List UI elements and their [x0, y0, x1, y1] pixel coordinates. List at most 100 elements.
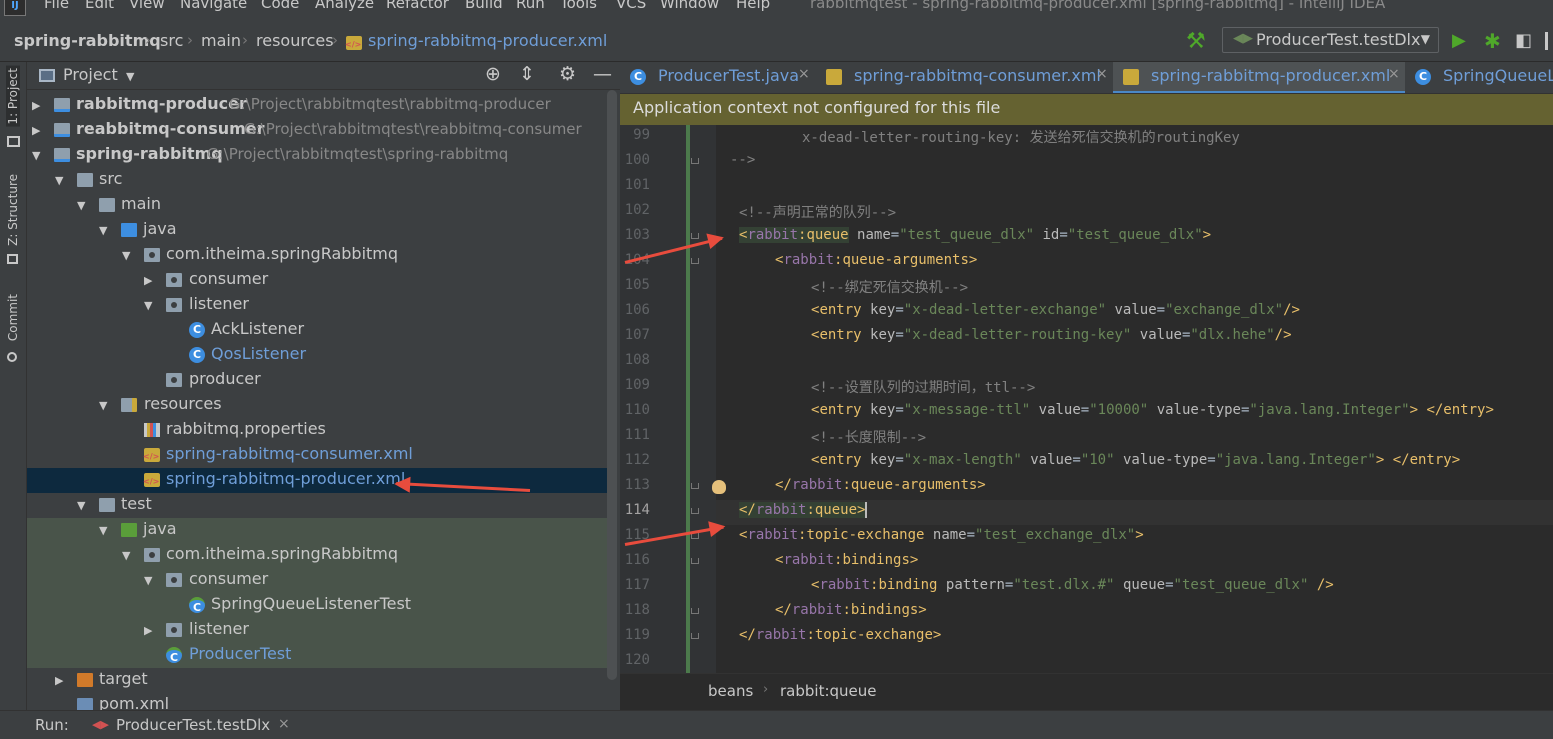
- tab-consumer-xml[interactable]: spring-rabbitmq-consumer.xml ×: [816, 62, 1113, 93]
- close-icon[interactable]: ×: [798, 66, 810, 82]
- chevron-right-icon[interactable]: ▶: [32, 124, 40, 137]
- chevron-right-icon[interactable]: ▶: [32, 99, 40, 112]
- close-icon[interactable]: ×: [278, 716, 290, 732]
- chevron-right-icon[interactable]: ▶: [55, 674, 63, 687]
- tree-item-label: ProducerTest: [189, 644, 292, 663]
- tree-item-pom-xml[interactable]: pom.xml: [27, 693, 609, 710]
- code-line-105: <!--绑定死信交换机-->: [811, 280, 969, 296]
- tree-item-springqueuelistenertest[interactable]: C SpringQueueListenerTest: [27, 593, 609, 618]
- run-icon[interactable]: ▶: [1452, 30, 1466, 51]
- tree-item-spring-rabbitmq[interactable]: ▼ spring-rabbitmq G:\Project\rabbitmqtes…: [27, 143, 609, 168]
- tree-item-test-package[interactable]: ▼ com.itheima.springRabbitmq: [27, 543, 609, 568]
- tree-item-consumer[interactable]: ▶ consumer: [27, 268, 609, 293]
- breadcrumb-project[interactable]: spring-rabbitmq: [14, 31, 161, 50]
- tree-item-resources[interactable]: ▼ resources: [27, 393, 609, 418]
- chevron-down-icon[interactable]: ▼: [99, 524, 107, 537]
- tab-producer-xml[interactable]: spring-rabbitmq-producer.xml ×: [1113, 62, 1405, 93]
- tree-item-rabbitmq-properties[interactable]: rabbitmq.properties: [27, 418, 609, 443]
- tree-item-reabbitmq-consumer[interactable]: ▶ reabbitmq-consumer G:\Project\rabbitmq…: [27, 118, 609, 143]
- gear-icon[interactable]: ⚙: [559, 63, 576, 85]
- run-configuration-select[interactable]: ◀▶ ProducerTest.testDlx ▼: [1222, 27, 1439, 53]
- menu-vcs[interactable]: VCS: [616, 0, 646, 12]
- breadcrumb-main[interactable]: main: [201, 31, 241, 50]
- fold-marker[interactable]: [691, 608, 699, 614]
- chevron-down-icon[interactable]: ▼: [32, 149, 40, 162]
- close-icon[interactable]: ×: [1096, 66, 1108, 82]
- chevron-down-icon[interactable]: ▼: [144, 299, 152, 312]
- collapse-all-icon[interactable]: ⇕: [519, 63, 535, 85]
- tree-item-test[interactable]: ▼ test: [27, 493, 609, 518]
- breadcrumb-src[interactable]: src: [160, 31, 183, 50]
- side-tab-project[interactable]: 1: Project: [6, 66, 20, 127]
- fold-marker[interactable]: [691, 508, 699, 514]
- tree-item-producer[interactable]: producer: [27, 368, 609, 393]
- lightbulb-icon[interactable]: [712, 480, 726, 494]
- editor-breadcrumb-queue[interactable]: rabbit:queue: [780, 682, 877, 700]
- close-icon[interactable]: ×: [1388, 66, 1400, 82]
- tree-item-rabbitmq-producer[interactable]: ▶ rabbitmq-producer G:\Project\rabbitmqt…: [27, 93, 609, 118]
- tree-item-producertest[interactable]: C ProducerTest: [27, 643, 609, 668]
- tree-item-label: spring-rabbitmq-consumer.xml: [166, 444, 413, 463]
- fold-marker[interactable]: [691, 633, 699, 639]
- tree-item-acklistener[interactable]: C AckListener: [27, 318, 609, 343]
- code-editor[interactable]: 99 100 101 102 103 104 105 106 107 108 1…: [620, 125, 1553, 673]
- menu-run[interactable]: Run: [516, 0, 545, 12]
- debug-bug-icon[interactable]: ✱: [1484, 29, 1501, 53]
- chevron-down-icon[interactable]: ▼: [122, 249, 130, 262]
- chevron-right-icon[interactable]: ▶: [144, 624, 152, 637]
- menu-navigate[interactable]: Navigate: [180, 0, 247, 12]
- breadcrumb-resources[interactable]: resources: [256, 31, 334, 50]
- chevron-down-icon[interactable]: ▼: [99, 224, 107, 237]
- tree-item-test-java[interactable]: ▼ java: [27, 518, 609, 543]
- tree-item-consumer-xml[interactable]: spring-rabbitmq-consumer.xml: [27, 443, 609, 468]
- fold-marker[interactable]: [691, 233, 699, 239]
- menu-code[interactable]: Code: [261, 0, 299, 12]
- tree-scrollbar[interactable]: [607, 90, 617, 680]
- menu-file[interactable]: File: [44, 0, 69, 12]
- menu-view[interactable]: View: [129, 0, 165, 12]
- tree-item-src[interactable]: ▼ src: [27, 168, 609, 193]
- chevron-down-icon[interactable]: ▼: [77, 199, 85, 212]
- tree-item-qoslistener[interactable]: C QosListener: [27, 343, 609, 368]
- tree-item-test-listener[interactable]: ▶ listener: [27, 618, 609, 643]
- side-tab-commit[interactable]: Commit: [6, 294, 20, 341]
- chevron-down-icon[interactable]: ▼: [122, 549, 130, 562]
- side-tab-structure[interactable]: Z: Structure: [6, 174, 20, 246]
- breadcrumb-separator: ›: [763, 682, 769, 697]
- more-toolbar-icon[interactable]: [1545, 32, 1553, 50]
- fold-marker[interactable]: [691, 258, 699, 264]
- fold-marker[interactable]: [691, 158, 699, 164]
- fold-marker[interactable]: [691, 483, 699, 489]
- build-hammer-icon[interactable]: ⚒: [1186, 29, 1206, 54]
- minimize-icon[interactable]: —: [593, 63, 612, 85]
- breadcrumb-file[interactable]: spring-rabbitmq-producer.xml: [368, 31, 607, 50]
- chevron-down-icon[interactable]: ▼: [144, 574, 152, 587]
- tree-item-test-consumer[interactable]: ▼ consumer: [27, 568, 609, 593]
- tab-producertest-java[interactable]: C ProducerTest.java ×: [620, 62, 816, 93]
- tree-item-main[interactable]: ▼ main: [27, 193, 609, 218]
- chevron-down-icon[interactable]: ▼: [55, 174, 63, 187]
- tree-item-listener[interactable]: ▼ listener: [27, 293, 609, 318]
- menu-edit[interactable]: Edit: [85, 0, 114, 12]
- tree-item-target[interactable]: ▶ target: [27, 668, 609, 693]
- menu-window[interactable]: Window: [660, 0, 719, 12]
- menu-build[interactable]: Build: [465, 0, 503, 12]
- tab-springqueuelistenertest[interactable]: C SpringQueueLis: [1405, 62, 1553, 93]
- chevron-down-icon[interactable]: ▼: [99, 399, 107, 412]
- editor-breadcrumb-beans[interactable]: beans: [708, 682, 753, 700]
- tree-item-package[interactable]: ▼ com.itheima.springRabbitmq: [27, 243, 609, 268]
- coverage-shield-icon[interactable]: ◧: [1515, 30, 1532, 51]
- tree-item-java[interactable]: ▼ java: [27, 218, 609, 243]
- chevron-right-icon[interactable]: ▶: [144, 274, 152, 287]
- chevron-down-icon[interactable]: ▼: [77, 499, 85, 512]
- fold-marker[interactable]: [691, 558, 699, 564]
- locate-target-icon[interactable]: ⊕: [485, 63, 501, 85]
- menu-help[interactable]: Help: [736, 0, 770, 12]
- menu-tools[interactable]: Tools: [560, 0, 597, 12]
- line-number: 105: [624, 277, 650, 293]
- chevron-down-icon[interactable]: ▼: [126, 70, 134, 83]
- menu-analyze[interactable]: Analyze: [315, 0, 374, 12]
- menu-refactor[interactable]: Refactor: [386, 0, 449, 12]
- run-tab-label[interactable]: ProducerTest.testDlx: [116, 716, 270, 734]
- project-view-title[interactable]: Project: [63, 65, 118, 84]
